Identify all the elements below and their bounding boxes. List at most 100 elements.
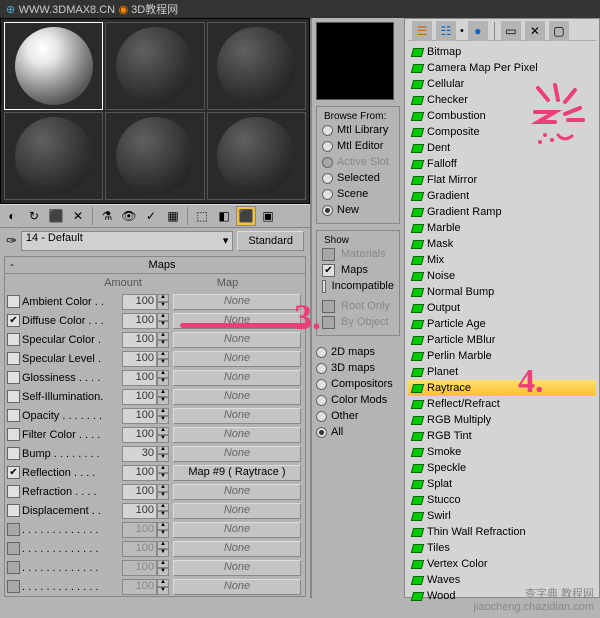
material-slot[interactable] <box>4 112 103 200</box>
map-list-item[interactable]: Swirl <box>408 508 596 524</box>
map-list-item[interactable]: Splat <box>408 476 596 492</box>
save-icon[interactable]: ▢ <box>549 21 569 41</box>
toolbar-button[interactable]: ⬛ <box>236 206 256 226</box>
list-view-icon[interactable]: ☰ <box>412 21 432 41</box>
spinner-down-icon[interactable]: ▼ <box>157 454 169 462</box>
eyedropper-icon[interactable]: ✑ <box>6 233 17 249</box>
map-list-item[interactable]: Combustion <box>408 108 596 124</box>
map-slot-button[interactable]: None <box>173 446 301 462</box>
toolbar-button[interactable]: ◧ <box>214 206 234 226</box>
map-checkbox[interactable]: ✔ <box>7 314 20 327</box>
map-list-item[interactable]: Marble <box>408 220 596 236</box>
checkbox[interactable] <box>322 280 326 293</box>
toolbar-button[interactable]: ▦ <box>163 206 183 226</box>
spinner-down-icon[interactable]: ▼ <box>157 416 169 424</box>
radio[interactable] <box>322 141 333 152</box>
amount-spinner[interactable]: 100 <box>122 294 157 310</box>
map-list-item[interactable]: Particle MBlur <box>408 332 596 348</box>
spinner-down-icon[interactable]: ▼ <box>157 340 169 348</box>
map-list-item[interactable]: Noise <box>408 268 596 284</box>
toolbar-button[interactable]: ◐ <box>2 206 22 226</box>
map-slot-button[interactable]: None <box>173 294 301 310</box>
map-checkbox[interactable]: ✔ <box>7 466 20 479</box>
spinner-up-icon[interactable]: ▲ <box>157 313 169 321</box>
map-list-item[interactable]: RGB Multiply <box>408 412 596 428</box>
toolbar-button[interactable]: ✕ <box>68 206 88 226</box>
material-slot[interactable] <box>207 22 306 110</box>
map-slot-button[interactable]: None <box>173 427 301 443</box>
map-list-item[interactable]: Normal Bump <box>408 284 596 300</box>
map-checkbox[interactable] <box>7 371 20 384</box>
map-list-item[interactable]: Mix <box>408 252 596 268</box>
toolbar-button[interactable]: ⬛ <box>46 206 66 226</box>
spinner-up-icon[interactable]: ▲ <box>157 484 169 492</box>
radio[interactable] <box>316 395 327 406</box>
map-checkbox[interactable] <box>7 295 20 308</box>
amount-spinner[interactable]: 100 <box>122 484 157 500</box>
radio[interactable] <box>322 189 333 200</box>
list-view-icon[interactable]: ☷ <box>436 21 456 41</box>
maps-rollup-header[interactable]: - Maps <box>4 256 306 274</box>
amount-spinner[interactable]: 100 <box>122 465 157 481</box>
map-checkbox[interactable] <box>7 390 20 403</box>
map-checkbox[interactable] <box>7 447 20 460</box>
map-slot-button[interactable]: None <box>173 560 301 576</box>
map-list-item[interactable]: Dent <box>408 140 596 156</box>
spinner-down-icon[interactable]: ▼ <box>157 321 169 329</box>
map-slot-button[interactable]: None <box>173 408 301 424</box>
map-list-item[interactable]: Mask <box>408 236 596 252</box>
toolbar-button[interactable]: ⬚ <box>192 206 212 226</box>
spinner-up-icon[interactable]: ▲ <box>157 389 169 397</box>
radio[interactable] <box>322 125 333 136</box>
map-list-item[interactable]: Stucco <box>408 492 596 508</box>
map-list-item[interactable]: Smoke <box>408 444 596 460</box>
spinner-down-icon[interactable]: ▼ <box>157 302 169 310</box>
map-list-item[interactable]: Composite <box>408 124 596 140</box>
amount-spinner[interactable]: 100 <box>122 427 157 443</box>
toolbar-button[interactable]: ↻ <box>24 206 44 226</box>
spinner-up-icon[interactable]: ▲ <box>157 503 169 511</box>
map-list-item[interactable]: Falloff <box>408 156 596 172</box>
toolbar-button[interactable]: 👁 <box>119 206 139 226</box>
spinner-up-icon[interactable]: ▲ <box>157 351 169 359</box>
spinner-up-icon[interactable]: ▲ <box>157 370 169 378</box>
spinner-down-icon[interactable]: ▼ <box>157 435 169 443</box>
map-list-item[interactable]: Waves <box>408 572 596 588</box>
map-checkbox[interactable] <box>7 409 20 422</box>
map-list-item[interactable]: Bitmap <box>408 44 596 60</box>
map-list-item[interactable]: Perlin Marble <box>408 348 596 364</box>
map-slot-button[interactable]: None <box>173 484 301 500</box>
spinner-down-icon[interactable]: ▼ <box>157 473 169 481</box>
map-checkbox[interactable] <box>7 333 20 346</box>
spinner-down-icon[interactable]: ▼ <box>157 397 169 405</box>
map-list-item[interactable]: RGB Tint <box>408 428 596 444</box>
material-type-button[interactable]: Standard <box>237 231 304 251</box>
map-checkbox[interactable] <box>7 485 20 498</box>
map-slot-button[interactable]: None <box>173 503 301 519</box>
radio[interactable] <box>322 205 333 216</box>
amount-spinner[interactable]: 100 <box>122 351 157 367</box>
map-list-item[interactable]: Particle Age <box>408 316 596 332</box>
spinner-down-icon[interactable]: ▼ <box>157 359 169 367</box>
delete-icon[interactable]: ✕ <box>525 21 545 41</box>
spinner-up-icon[interactable]: ▲ <box>157 408 169 416</box>
amount-spinner[interactable]: 100 <box>122 370 157 386</box>
amount-spinner[interactable]: 100 <box>122 332 157 348</box>
spinner-up-icon[interactable]: ▲ <box>157 465 169 473</box>
amount-spinner[interactable]: 30 <box>122 446 157 462</box>
amount-spinner[interactable]: 100 <box>122 503 157 519</box>
map-list-item[interactable]: Thin Wall Refraction <box>408 524 596 540</box>
material-slot[interactable] <box>207 112 306 200</box>
spinner-up-icon[interactable]: ▲ <box>157 332 169 340</box>
radio[interactable] <box>316 379 327 390</box>
map-slot-button[interactable]: None <box>173 313 301 329</box>
map-list-item[interactable]: Raytrace <box>408 380 596 396</box>
spinner-down-icon[interactable]: ▼ <box>157 511 169 519</box>
map-slot-button[interactable]: None <box>173 370 301 386</box>
map-list-item[interactable]: Planet <box>408 364 596 380</box>
map-slot-button[interactable]: None <box>173 332 301 348</box>
material-slot[interactable] <box>105 22 204 110</box>
map-list-item[interactable]: Speckle <box>408 460 596 476</box>
map-list-item[interactable]: Cellular <box>408 76 596 92</box>
map-list-item[interactable]: Gradient Ramp <box>408 204 596 220</box>
